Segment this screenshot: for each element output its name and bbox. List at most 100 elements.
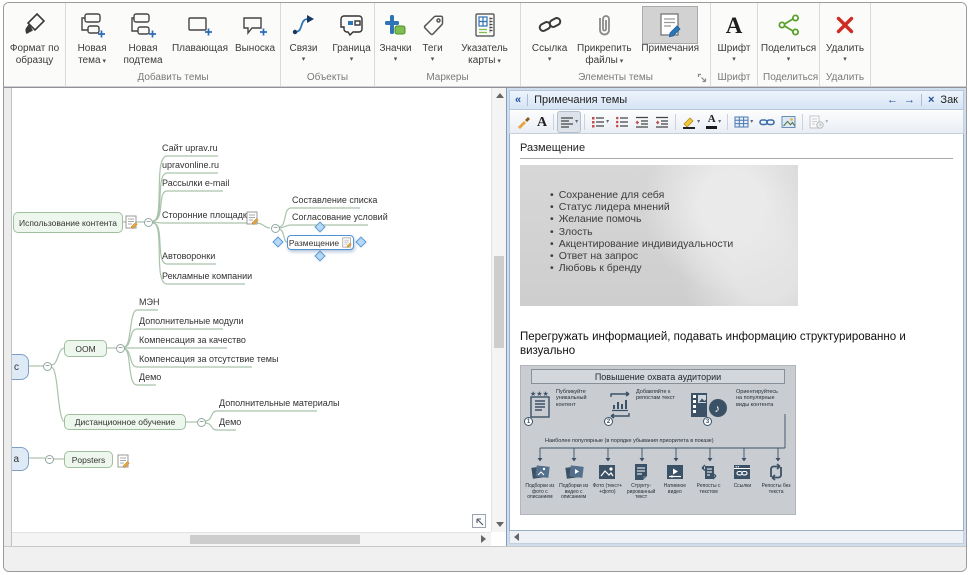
topic-extra-materials[interactable]: Дополнительные материалы [219, 398, 340, 408]
topic-email[interactable]: Рассылки e-mail [162, 178, 229, 188]
topic-popsters[interactable]: Popsters [64, 451, 113, 468]
topic-ad-campaigns[interactable]: Рекламные компании [162, 271, 252, 281]
notes-horizontal-scrollbar[interactable] [509, 531, 964, 544]
notes-button[interactable]: Примечания [638, 5, 702, 64]
note-image-bullets[interactable]: Сохранение для себя Статус лидера мнений… [520, 165, 798, 306]
bullet-list-button[interactable] [613, 112, 631, 132]
previous-note-icon[interactable]: ← [887, 94, 898, 106]
topic-men[interactable]: МЭН [139, 297, 159, 307]
topic-autofunnels[interactable]: Автоворонки [162, 251, 215, 261]
icon-markers-button[interactable]: Значки [376, 5, 414, 64]
bullet-item: Желание помочь [550, 213, 798, 225]
tags-label: Теги [422, 43, 442, 64]
scroll-right-button[interactable] [476, 532, 491, 546]
topic-stub-top[interactable]: с [12, 354, 29, 380]
font-dialog-button[interactable] [535, 112, 549, 132]
collapse-panel-icon[interactable]: « [515, 94, 521, 106]
topic-extra-modules[interactable]: Дополнительные модули [139, 316, 244, 326]
highlight-button[interactable]: ▾ [680, 112, 702, 132]
floating-topic-button[interactable]: Плавающая [169, 5, 231, 55]
topic-demo-1[interactable]: Демо [139, 372, 161, 382]
topic-upravonline[interactable]: upravonline.ru [162, 160, 219, 170]
font-color-button[interactable]: ▾ [704, 112, 723, 132]
topic-label: Дистанционное обучение [75, 417, 176, 427]
collapse-toggle[interactable] [45, 455, 54, 464]
map-index-button[interactable]: Указатель карты [451, 5, 519, 67]
infographic-items: Подборки из фото с описанием Подборки из… [523, 462, 793, 501]
close-panel-icon[interactable]: × [928, 94, 934, 106]
canvas-vertical-scrollbar[interactable] [491, 88, 506, 532]
canvas-horizontal-scrollbar[interactable] [12, 532, 491, 546]
tags-button[interactable]: Теги [415, 5, 451, 64]
topic-note-icon[interactable] [342, 237, 352, 248]
repost-no-text-icon [766, 462, 786, 482]
paperclip-icon [588, 7, 620, 43]
link-button[interactable]: Ссылка [529, 5, 570, 64]
font-icon [718, 7, 751, 43]
collapse-toggle[interactable] [144, 218, 153, 227]
scroll-down-button[interactable] [492, 517, 507, 532]
format-painter-button[interactable]: Формат по образцу [5, 5, 64, 67]
tag-icon [418, 7, 448, 43]
insert-link-button[interactable] [757, 112, 777, 132]
vertical-scroll-thumb[interactable] [494, 256, 504, 348]
new-topic-button[interactable]: Новая тема [67, 5, 117, 67]
ribbon-group-clipboard: Формат по образцу [4, 3, 66, 86]
dialog-launcher-icon[interactable] [697, 73, 707, 83]
attach-files-button[interactable]: Прикрепить файлы [570, 5, 638, 67]
boundary-label: Граница [332, 43, 370, 64]
horizontal-scroll-thumb[interactable] [190, 535, 360, 544]
topic-content-usage[interactable]: Использование контента [13, 212, 123, 233]
topic-list-building[interactable]: Составление списка [292, 195, 377, 205]
indent-button[interactable] [653, 112, 671, 132]
topic-label: Popsters [72, 455, 106, 465]
topic-stub-bottom[interactable]: а [12, 447, 29, 471]
fit-map-button[interactable] [472, 514, 486, 528]
numbered-list-button[interactable]: ▾ [589, 112, 611, 132]
canvas-left-edge [4, 88, 12, 546]
scroll-up-button[interactable] [492, 88, 507, 103]
link-label: Ссылка [532, 43, 567, 64]
boundary-button[interactable]: Граница [328, 5, 376, 64]
topic-note-icon[interactable] [125, 215, 138, 229]
close-panel-label[interactable]: Зак [940, 94, 958, 106]
collapse-toggle[interactable] [197, 418, 206, 427]
collapse-toggle[interactable] [116, 344, 125, 353]
topic-note-icon[interactable] [117, 454, 130, 468]
topic-comp-quality[interactable]: Компенсация за качество [139, 335, 246, 345]
note-image-infographic[interactable]: Повышение охвата аудитории ★★★ 1 Публику… [520, 365, 796, 515]
topic-demo-2[interactable]: Демо [219, 417, 241, 427]
format-painter-label: Формат по образцу [8, 43, 61, 67]
font-button[interactable]: Шрифт [715, 5, 754, 64]
insert-table-button[interactable]: ▾ [732, 112, 755, 132]
topic-third-party[interactable]: Сторонние площадки [162, 210, 252, 220]
outdent-button[interactable] [633, 112, 651, 132]
new-subtopic-button[interactable]: Новая подтема [117, 5, 169, 67]
topic-distance-learning[interactable]: Дистанционное обучение [64, 414, 186, 430]
insert-image-button[interactable] [779, 112, 798, 132]
topic-note-icon[interactable] [246, 211, 259, 225]
topic-terms[interactable]: Согласование условий [292, 212, 388, 222]
notes-scroll-left-button[interactable] [510, 531, 523, 543]
delete-button[interactable]: Удалить [823, 5, 867, 64]
topic-label: ООМ [75, 344, 95, 354]
map-index-icon [469, 7, 501, 43]
next-note-icon[interactable]: → [904, 94, 915, 106]
relationship-icon [283, 7, 325, 43]
share-button[interactable]: Поделиться [758, 5, 819, 64]
new-subtopic-icon [128, 7, 159, 43]
topic-site-uprav[interactable]: Сайт uprav.ru [162, 143, 218, 153]
note-editor[interactable]: Размещение Сохранение для себя Статус ли… [509, 134, 964, 531]
topic-oom[interactable]: ООМ [64, 340, 107, 357]
collapse-toggle[interactable] [43, 362, 52, 371]
format-painter-icon [15, 7, 55, 43]
collapse-toggle[interactable] [271, 224, 280, 233]
callout-button[interactable]: Выноска [231, 5, 279, 55]
mindmap-canvas[interactable]: Использование контента Сайт uprav.ru upr… [12, 88, 491, 532]
format-painter-small-button[interactable] [514, 112, 533, 132]
topic-comp-no-topic[interactable]: Компенсация за отсутствие темы [139, 354, 278, 364]
topic-placement-selected[interactable]: Размещение [287, 235, 354, 250]
relationships-button[interactable]: Связи [280, 5, 328, 64]
timestamp-button[interactable]: ▾ [807, 112, 830, 132]
align-button[interactable]: ▾ [558, 112, 580, 132]
